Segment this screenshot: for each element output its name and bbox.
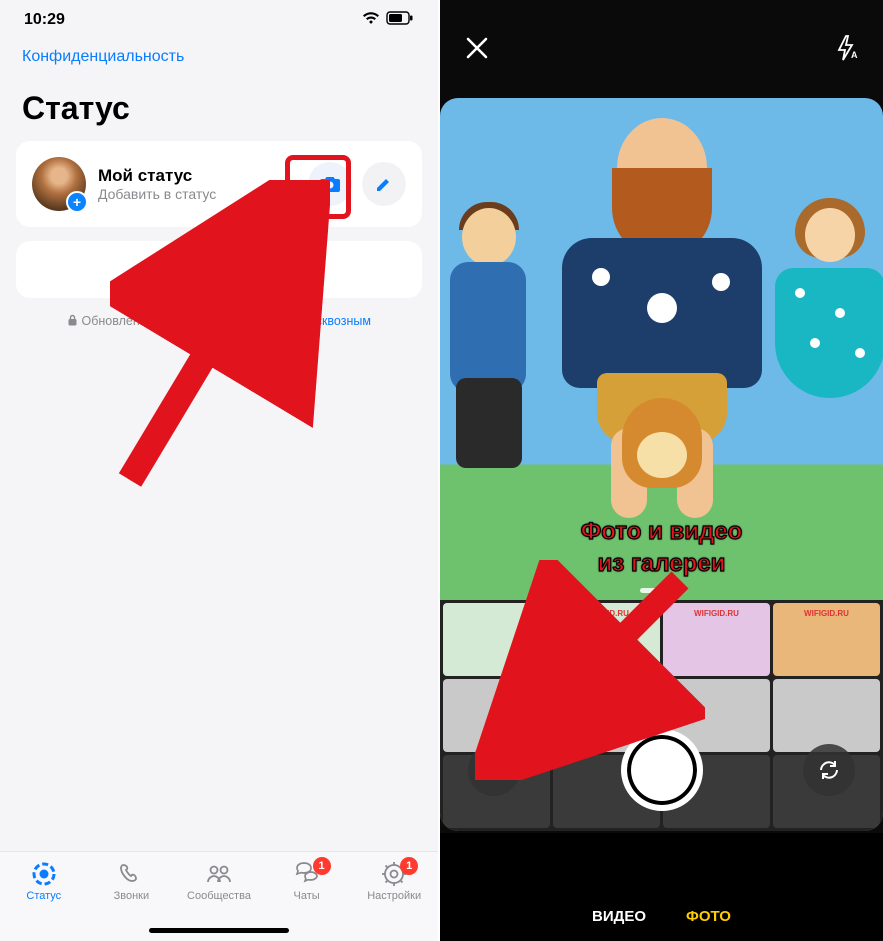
thumbnail[interactable]: WIFIGID.RU — [773, 603, 880, 676]
mode-video[interactable]: ВИДЕО — [592, 908, 646, 925]
plus-icon: + — [66, 191, 88, 213]
pencil-icon — [374, 174, 394, 194]
tab-status[interactable]: Статус — [4, 860, 84, 902]
close-button[interactable] — [464, 35, 490, 66]
shutter-button[interactable] — [621, 729, 703, 811]
tab-settings[interactable]: 1 Настройки — [354, 860, 434, 902]
tab-chats[interactable]: 1 Чаты — [267, 860, 347, 902]
thumbnail[interactable]: WIFIGID.RU — [553, 603, 660, 676]
tab-label: Сообщества — [187, 890, 251, 902]
flip-icon — [816, 757, 842, 783]
gallery-button[interactable] — [468, 744, 520, 796]
thumbnail[interactable] — [443, 603, 550, 676]
image-icon — [481, 759, 507, 781]
battery-icon — [386, 11, 414, 30]
tab-bar: Статус Звонки Сообщества 1 Чаты 1 Настро… — [0, 851, 438, 941]
tab-label: Статус — [26, 890, 61, 902]
annotation-text-2: из галереи — [598, 550, 726, 579]
wifi-icon — [362, 11, 380, 30]
camera-viewfinder: Фото и видео из галереи WIFIGID.RU WIFIG… — [440, 98, 883, 831]
annotation-text-1: Фото и видео — [581, 518, 742, 547]
svg-text:A: A — [851, 50, 858, 60]
edit-button[interactable] — [362, 162, 406, 206]
my-status-subtitle: Добавить в статус — [98, 186, 216, 202]
privacy-link[interactable]: Конфиденциальность — [0, 40, 438, 66]
illustration-beaver — [622, 398, 702, 488]
no-recent-statuses: Нет недавних статусов. — [16, 241, 422, 298]
encryption-note: Обновления вашего статуса защищены сквоз… — [0, 298, 438, 358]
phone-icon — [116, 860, 146, 888]
illustration-girl — [779, 198, 879, 478]
camera-modes: ВИДЕО ФОТО — [592, 908, 731, 925]
tab-communities[interactable]: Сообщества — [179, 860, 259, 902]
tab-label: Звонки — [114, 890, 150, 902]
mode-photo[interactable]: ФОТО — [686, 908, 731, 925]
flash-button[interactable]: A — [835, 34, 859, 67]
my-status-text: Мой статус Добавить в статус — [98, 166, 216, 202]
status-screen: 10:29 Конфиденциальность Статус + Мой ст… — [0, 0, 440, 941]
badge: 1 — [313, 857, 331, 875]
communities-icon — [204, 860, 234, 888]
close-icon — [464, 35, 490, 61]
page-title: Статус — [0, 66, 438, 141]
home-indicator — [149, 928, 289, 933]
tab-label: Настройки — [367, 890, 421, 902]
illustration-glasses-guy — [444, 208, 534, 468]
my-status-card[interactable]: + Мой статус Добавить в статус — [16, 141, 422, 227]
illustration-bearded-man — [552, 118, 772, 438]
my-status-title: Мой статус — [98, 166, 216, 186]
camera-screen: A — [440, 0, 883, 941]
lock-icon — [67, 314, 81, 328]
status-icon — [29, 860, 59, 888]
badge: 1 — [400, 857, 418, 875]
ios-status-bar: 10:29 — [0, 0, 438, 40]
flip-camera-button[interactable] — [803, 744, 855, 796]
flash-auto-icon: A — [835, 34, 859, 62]
thumbnail[interactable]: WIFIGID.RU — [663, 603, 770, 676]
tab-calls[interactable]: Звонки — [91, 860, 171, 902]
clock: 10:29 — [24, 11, 65, 29]
avatar[interactable]: + — [32, 157, 86, 211]
annotation-highlight — [285, 155, 351, 219]
tab-label: Чаты — [294, 890, 320, 902]
gallery-handle[interactable] — [640, 588, 684, 593]
